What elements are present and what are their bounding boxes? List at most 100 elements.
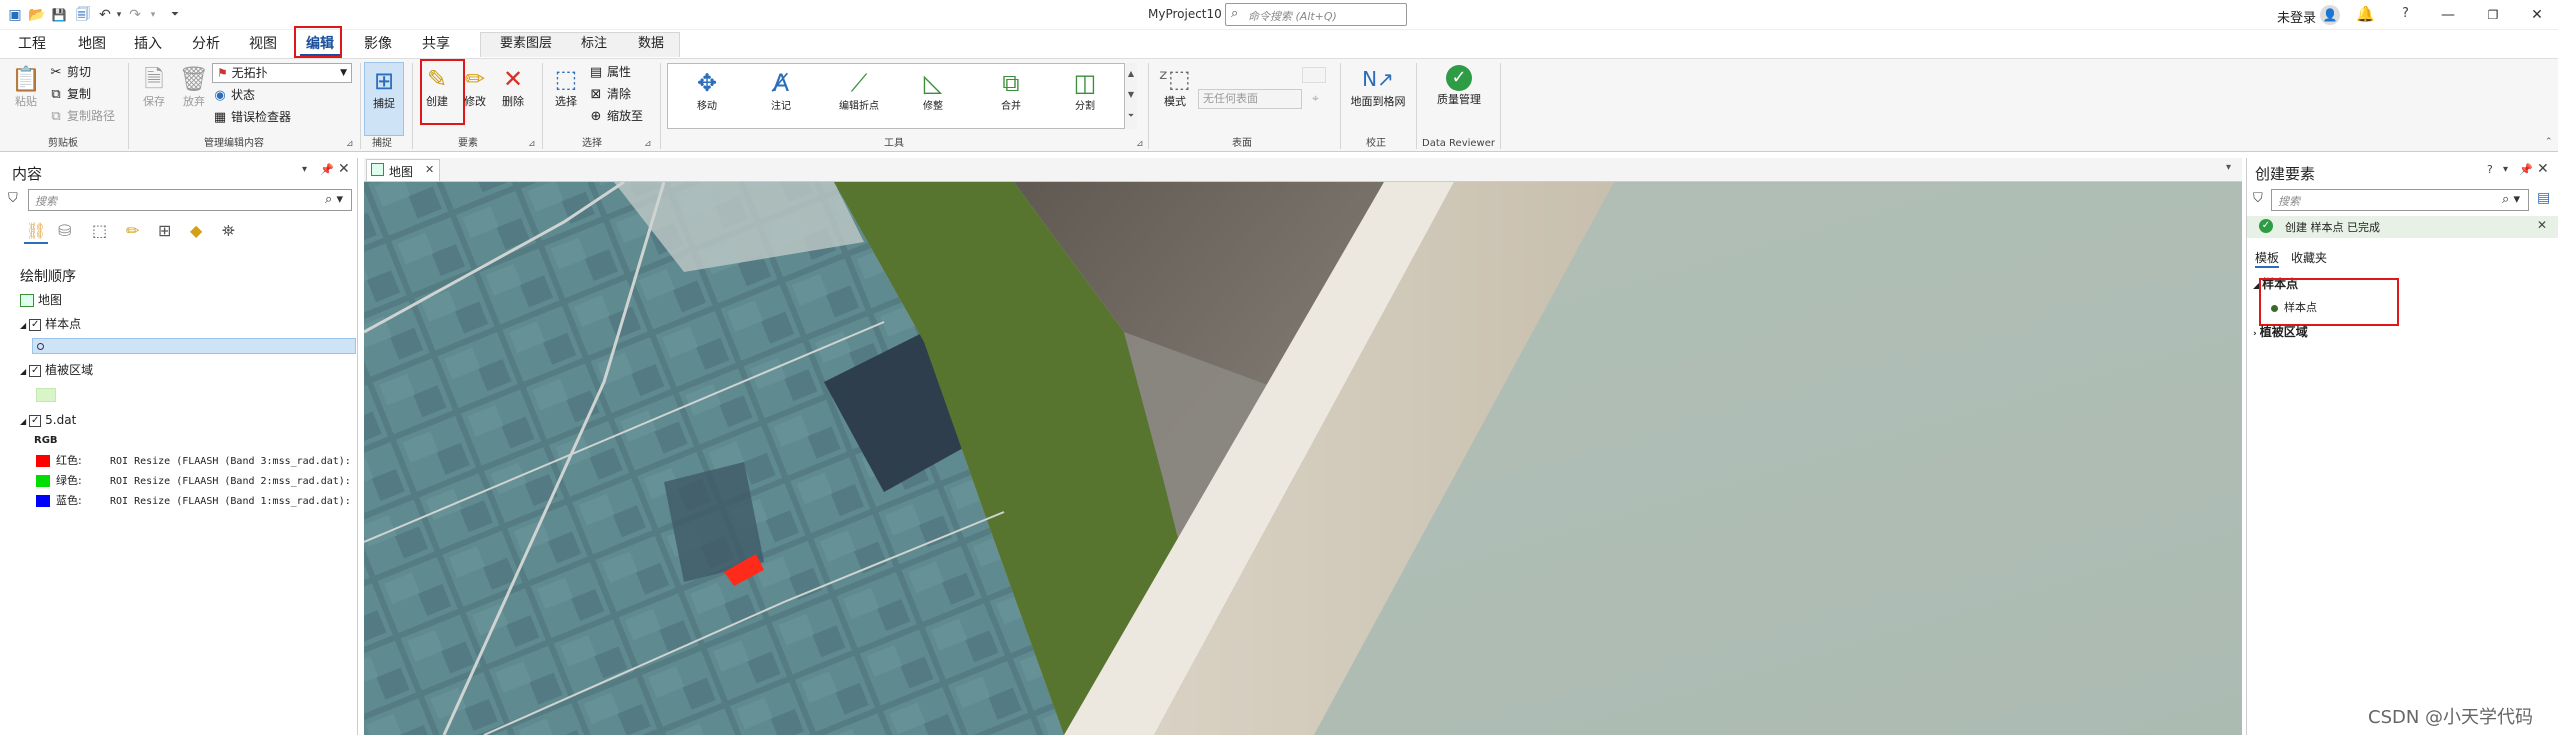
filter-icon[interactable]: ⛉: [8, 191, 18, 206]
tab-project[interactable]: 工程: [12, 32, 52, 56]
toc-layer-vegetation[interactable]: ◢ ✓ 植被区域: [20, 361, 93, 379]
sample-point-symbol-row[interactable]: [32, 338, 356, 354]
open-folder-icon[interactable]: 📂: [28, 6, 46, 24]
toc-layer-sample-points[interactable]: ◢ ✓ 样本点: [20, 315, 81, 333]
close-pane-icon[interactable]: ✕: [2537, 161, 2549, 177]
tool-move[interactable]: ✥ 移动: [682, 69, 732, 112]
template-group-vegetation[interactable]: › 植被区域: [2253, 323, 2308, 341]
select-button[interactable]: ⬚ 选择: [548, 65, 584, 109]
error-inspector-button[interactable]: ▦ 错误检查器: [212, 108, 291, 126]
customize-qat-icon[interactable]: ⏷: [166, 6, 184, 24]
tool-annotate[interactable]: A̸ 注记: [756, 69, 806, 112]
list-by-drawing-order-icon[interactable]: ⛓: [26, 221, 46, 240]
template-search-input[interactable]: 搜索 ⌕ ▾: [2271, 189, 2529, 211]
close-pane-icon[interactable]: ✕: [338, 161, 350, 177]
minimize-icon[interactable]: —: [2437, 4, 2459, 26]
expand-toggle-icon[interactable]: ◢: [20, 367, 26, 376]
help-button[interactable]: ?: [2402, 6, 2409, 21]
tab-view[interactable]: 视图: [243, 32, 283, 56]
save-as-icon[interactable]: 🗐: [74, 6, 92, 24]
cut-button[interactable]: ✂ 剪切: [48, 63, 91, 81]
z-value-input[interactable]: [1302, 67, 1326, 83]
tab-imagery[interactable]: 影像: [358, 32, 398, 56]
create-features-button[interactable]: ✎ 创建: [420, 65, 454, 109]
notification-bell-icon[interactable]: 🔔: [2356, 5, 2375, 23]
dialog-launcher-icon[interactable]: ⊿: [644, 139, 652, 149]
pin-icon[interactable]: 📌: [320, 163, 334, 176]
pin-icon[interactable]: 📌: [2519, 163, 2533, 176]
tab-share[interactable]: 共享: [416, 32, 456, 56]
tab-analysis[interactable]: 分析: [186, 32, 226, 56]
close-tab-icon[interactable]: ✕: [425, 163, 434, 176]
collapse-toggle-icon[interactable]: ›: [2253, 329, 2257, 339]
redo-icon[interactable]: ↷: [126, 6, 144, 24]
modify-features-button[interactable]: ✏ 修改: [458, 65, 492, 109]
list-by-labeling-icon[interactable]: ◆: [190, 221, 202, 240]
quality-management-button[interactable]: ✓ 质量管理: [1428, 65, 1490, 107]
snapping-button[interactable]: ⊞ 捕捉: [364, 62, 404, 136]
paste-button[interactable]: 📋 粘贴: [8, 65, 44, 109]
manage-templates-icon[interactable]: ▤: [2537, 190, 2550, 206]
z-mode-button[interactable]: ᶻ⬚ 模式: [1156, 65, 1194, 109]
list-by-editing-icon[interactable]: ✏: [126, 221, 139, 240]
save-edits-button[interactable]: 🗎 保存: [136, 65, 172, 109]
close-icon[interactable]: ✕: [2526, 4, 2548, 26]
ground-to-grid-button[interactable]: N↗ 地面到格网: [1346, 65, 1410, 109]
tab-edit[interactable]: 编辑: [300, 32, 340, 56]
dialog-launcher-icon[interactable]: ⊿: [346, 139, 354, 149]
command-search-input[interactable]: ⌕ 命令搜索 (Alt+Q): [1225, 3, 1407, 26]
collapse-ribbon-icon[interactable]: ⌃: [2545, 137, 2553, 147]
layer-visibility-checkbox[interactable]: ✓: [29, 364, 42, 377]
list-by-perspective-icon[interactable]: ⛯: [222, 221, 235, 241]
new-project-icon[interactable]: ▣: [6, 6, 24, 24]
polygon-symbol-swatch[interactable]: [36, 388, 56, 402]
template-group-sample-points[interactable]: ◢ 样本点: [2253, 275, 2298, 293]
avatar-icon[interactable]: 👤: [2320, 5, 2340, 25]
gallery-scroll[interactable]: ▲ ▼ ⏷: [1124, 63, 1137, 129]
surface-dropdown[interactable]: 无任何表面: [1198, 89, 1302, 109]
layer-visibility-checkbox[interactable]: ✓: [29, 318, 42, 331]
tool-split[interactable]: ◫ 分割: [1060, 69, 1110, 112]
tool-edit-vertices[interactable]: ⟋ 编辑折点: [832, 69, 886, 112]
tab-overflow-icon[interactable]: ▾: [2226, 162, 2231, 173]
crosshair-icon[interactable]: ⌖: [1312, 91, 1319, 106]
dialog-launcher-icon[interactable]: ⊿: [1136, 139, 1144, 149]
copy-button[interactable]: ⧉ 复制: [48, 85, 91, 103]
dismiss-status-icon[interactable]: ✕: [2537, 218, 2547, 232]
redo-dropdown-icon[interactable]: ▾: [144, 6, 162, 24]
delete-features-button[interactable]: ✕ 删除: [496, 65, 530, 109]
discard-edits-button[interactable]: 🗑 放弃: [176, 65, 212, 109]
map-canvas[interactable]: [364, 182, 2242, 735]
tab-labeling[interactable]: 标注: [575, 32, 613, 56]
filter-icon[interactable]: ⛉: [2253, 191, 2263, 206]
pane-menu-icon[interactable]: ▾: [302, 164, 307, 175]
expand-toggle-icon[interactable]: ◢: [20, 417, 26, 426]
pane-menu-icon[interactable]: ▾: [2503, 164, 2508, 175]
help-icon[interactable]: ?: [2487, 163, 2493, 176]
tab-feature-layer[interactable]: 要素图层: [494, 32, 558, 56]
dialog-launcher-icon[interactable]: ⊿: [528, 139, 536, 149]
list-by-snapping-icon[interactable]: ⊞: [158, 221, 171, 240]
status-button[interactable]: ◉ 状态: [212, 86, 255, 104]
tool-reshape[interactable]: ◺ 修整: [908, 69, 958, 112]
template-item-sample-point[interactable]: 样本点: [2271, 299, 2317, 317]
tab-data[interactable]: 数据: [632, 32, 670, 56]
clear-selection-button[interactable]: ⊠ 清除: [588, 85, 631, 103]
tool-merge[interactable]: ⧉ 合并: [986, 69, 1036, 112]
save-icon[interactable]: 💾: [50, 6, 68, 24]
tab-templates[interactable]: 模板: [2255, 249, 2279, 266]
topology-dropdown[interactable]: ⚑ 无拓扑 ▼: [212, 63, 352, 83]
map-tab[interactable]: 地图 ✕: [366, 159, 440, 181]
tab-favorites[interactable]: 收藏夹: [2291, 249, 2327, 266]
tab-insert[interactable]: 插入: [128, 32, 168, 56]
restore-icon[interactable]: ❐: [2482, 4, 2504, 26]
layer-visibility-checkbox[interactable]: ✓: [29, 414, 42, 427]
toc-map-row[interactable]: 地图: [20, 291, 62, 309]
contents-search-input[interactable]: 搜索 ⌕ ▾: [28, 189, 352, 211]
toc-layer-raster[interactable]: ◢ ✓ 5.dat: [20, 411, 76, 429]
expand-toggle-icon[interactable]: ◢: [20, 321, 26, 330]
expand-toggle-icon[interactable]: ◢: [2253, 281, 2259, 290]
zoom-to-button[interactable]: ⊕ 缩放至: [588, 107, 643, 125]
tab-map[interactable]: 地图: [72, 32, 112, 56]
attributes-button[interactable]: ▤ 属性: [588, 63, 631, 81]
